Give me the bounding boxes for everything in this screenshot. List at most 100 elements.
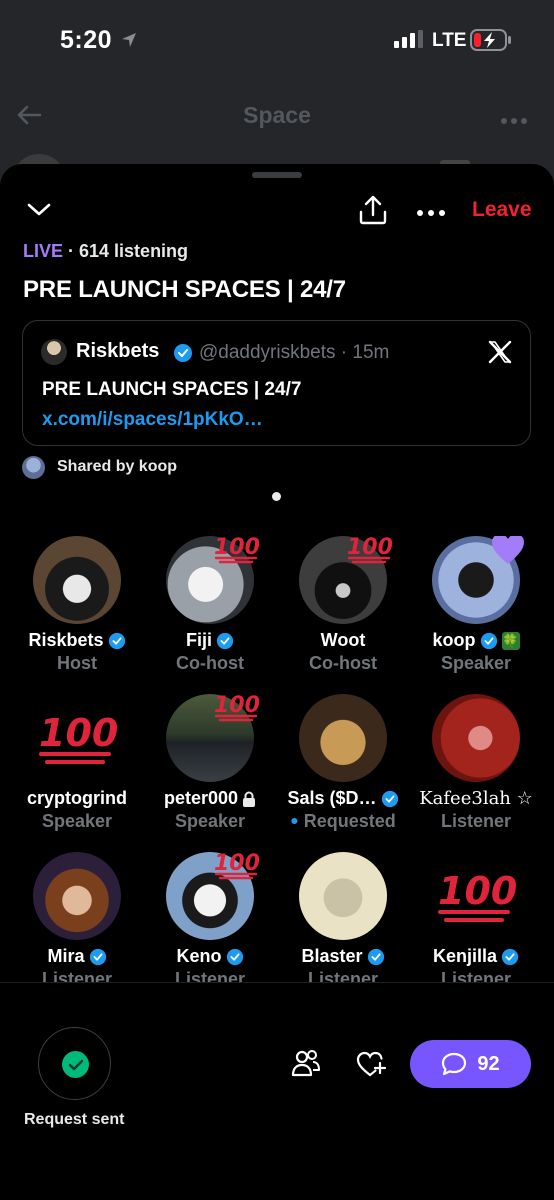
purple-heart-icon — [490, 536, 526, 571]
participant-role: Speaker — [41, 811, 113, 831]
svg-text:100: 100 — [214, 536, 260, 560]
chevron-down-icon[interactable] — [26, 200, 52, 223]
requested-dot-icon: ● — [290, 812, 299, 828]
participant-koop[interactable]: koop 🍀 Speaker — [410, 536, 542, 686]
listening-count: · 614 listening — [63, 241, 189, 261]
tweet-link[interactable]: x.com/i/spaces/1pKkO… — [42, 409, 263, 430]
verified-badge-icon — [381, 790, 398, 807]
verified-badge-icon — [173, 343, 193, 368]
verified-badge-icon — [108, 632, 125, 649]
sheet-drag-handle[interactable] — [252, 172, 302, 178]
share-icon[interactable] — [358, 194, 388, 231]
participant-role: Listener — [440, 969, 512, 982]
participant-fiji[interactable]: 100 Fiji Co-host — [144, 536, 276, 686]
participant-name-text: Riskbets — [28, 630, 104, 650]
participant-woot[interactable]: 100 Woot Co-host — [277, 536, 409, 686]
hundred-emoji-icon: 100 — [345, 536, 395, 569]
x-logo-icon — [487, 339, 513, 370]
participant-role: Listener — [41, 969, 113, 982]
verified-badge-icon — [226, 948, 243, 965]
people-icon[interactable] — [291, 1049, 321, 1082]
leave-button[interactable]: Leave — [472, 198, 532, 222]
participant-name: Fiji — [144, 630, 276, 651]
participant-name-text: Kafee3lah ☆ — [419, 788, 533, 809]
participant-name-text: cryptogrind — [26, 788, 127, 808]
avatar — [432, 694, 520, 782]
request-status-label: Request sent — [24, 1111, 125, 1128]
comments-button[interactable]: 92 — [410, 1040, 531, 1088]
avatar — [299, 694, 387, 782]
more-dots-icon — [500, 112, 528, 130]
page-indicator — [272, 492, 281, 501]
participant-kenjilla[interactable]: 100 Kenjilla Listener — [410, 852, 542, 982]
status-bar: 5:20 LTE — [0, 0, 554, 84]
participant-name-text: peter000 — [163, 788, 239, 808]
participant-kafee3lah[interactable]: Kafee3lah ☆ Listener — [410, 694, 542, 844]
participant-name: Kenjilla — [410, 946, 542, 967]
tweet-handle-time: @daddyriskbets · 15m — [199, 342, 390, 363]
verified-badge-icon — [480, 632, 497, 649]
participant-role: Co-host — [176, 653, 244, 673]
participant-name: Keno — [144, 946, 276, 967]
participant-name-text: Kenjilla — [432, 946, 498, 966]
verified-badge-icon — [216, 632, 234, 649]
participant-mira[interactable]: Mira Listener — [11, 852, 143, 982]
tweet-author-name: Riskbets — [76, 340, 160, 362]
participant-name-text: koop — [432, 630, 476, 650]
hundred-emoji-icon: 100 — [39, 711, 118, 764]
participant-name-text: Keno — [176, 946, 222, 966]
participant-name-text: Fiji — [186, 630, 212, 650]
participant-blaster[interactable]: Blaster Listener — [277, 852, 409, 982]
location-arrow-icon — [120, 31, 138, 54]
tweet-author-avatar — [41, 339, 67, 365]
participant-role: Speaker — [174, 811, 246, 831]
check-icon — [62, 1051, 89, 1078]
verified-badge-icon — [501, 948, 519, 965]
participant-role: Host — [57, 653, 97, 673]
battery-charging-icon — [470, 28, 512, 57]
status-time: 5:20 — [60, 26, 113, 54]
avatar — [33, 852, 121, 940]
participant-role: Speaker — [440, 653, 512, 673]
more-options-icon[interactable] — [416, 204, 446, 222]
participant-name: Woot — [277, 630, 409, 651]
lock-icon — [243, 791, 256, 807]
tweet-body: PRE LAUNCH SPACES | 24/7 — [42, 379, 302, 400]
participant-riskbets[interactable]: Riskbets Host — [11, 536, 143, 686]
participant-sals[interactable]: Sals ($D… ● Requested — [277, 694, 409, 844]
participant-role: Listener — [307, 969, 379, 982]
svg-text:100: 100 — [438, 869, 517, 913]
participant-keno[interactable]: 100 Keno Listener — [144, 851, 276, 982]
live-label: LIVE — [23, 241, 64, 261]
participant-name: cryptogrind — [11, 788, 143, 809]
participant-name-text: Woot — [320, 630, 366, 650]
avatar: 100 — [33, 694, 121, 782]
hundred-emoji-icon: 100 — [212, 536, 262, 569]
participant-name: Sals ($D… — [277, 788, 409, 809]
comment-count: 92 — [477, 1052, 500, 1075]
reaction-heart-plus-icon[interactable] — [356, 1051, 387, 1082]
background-page-title: Space — [243, 102, 311, 128]
svg-text:100: 100 — [39, 711, 118, 755]
request-to-speak-button[interactable] — [38, 1027, 111, 1100]
avatar — [299, 852, 387, 940]
participant-role: Listener — [440, 811, 512, 831]
participant-name-text: Sals ($D… — [287, 788, 377, 808]
participant-name: peter000 — [144, 788, 276, 809]
participant-name-text: Blaster — [301, 946, 363, 966]
participant-name: Kafee3lah ☆ — [410, 788, 542, 809]
clover-emoji: 🍀 — [501, 631, 520, 650]
sharer-avatar — [22, 456, 45, 479]
participant-peter000[interactable]: 100 peter000 Speaker — [144, 693, 276, 844]
tweet-text: PRE LAUNCH SPACES | 24/7 x.com/i/spaces/… — [42, 375, 522, 435]
participant-cryptogrind[interactable]: 100 cryptogrind Speaker — [11, 694, 143, 844]
participant-name-text: Mira — [47, 946, 85, 966]
network-type: LTE — [432, 30, 467, 51]
participant-role: ● Requested — [277, 811, 409, 832]
shared-tweet-card[interactable]: Riskbets @daddyriskbets · 15m PRE LAUNCH… — [22, 320, 531, 446]
space-title: PRE LAUNCH SPACES | 24/7 — [23, 276, 346, 303]
participant-role-text: Requested — [303, 811, 396, 831]
svg-text:100: 100 — [214, 851, 260, 876]
svg-text:100: 100 — [347, 536, 393, 560]
shared-by-label: Shared by koop — [57, 458, 178, 475]
